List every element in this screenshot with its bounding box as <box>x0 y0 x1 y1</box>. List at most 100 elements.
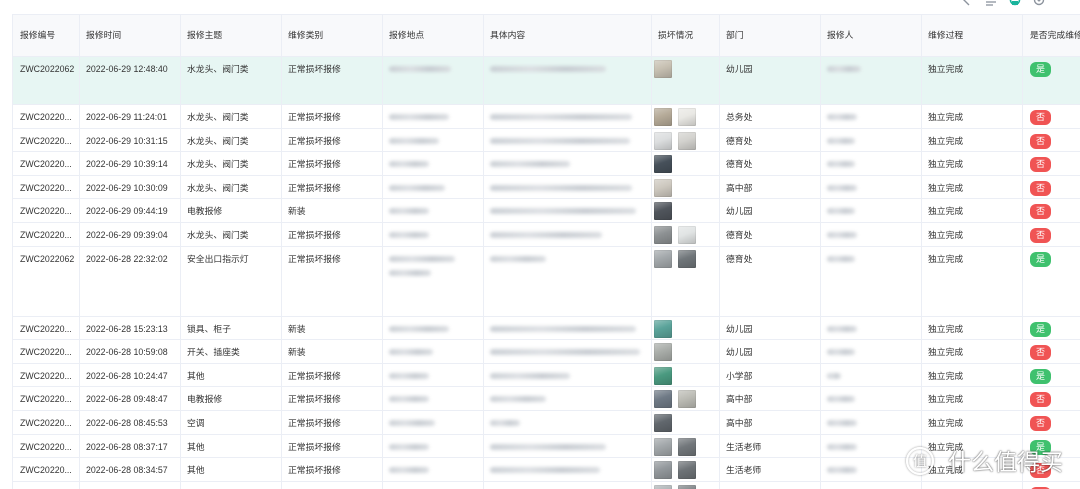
row-photos <box>652 199 720 222</box>
damage-photo[interactable] <box>654 108 672 126</box>
damage-photo[interactable] <box>654 225 672 244</box>
column-header: 部门 <box>720 15 821 56</box>
table-row[interactable]: ZWC2022062 2022-06-28 22:32:02 安全出口指示灯 正常损坏… <box>12 246 1080 317</box>
row-process: 独立完成 <box>922 222 1023 246</box>
row-reporter <box>821 105 922 128</box>
row-content <box>484 340 652 363</box>
row-reporter <box>821 246 922 316</box>
damage-photo[interactable] <box>654 60 672 78</box>
row-content <box>484 222 652 246</box>
row-location <box>383 246 484 316</box>
row-reporter <box>821 199 922 222</box>
table-row[interactable]: ZWC20220... 2022-06-29 09:44:19 电教报修 新装 幼儿园 独… <box>12 199 1080 223</box>
row-dept: 生活老师 <box>720 434 821 458</box>
table-row[interactable]: ZWC20220... 2022-06-28 10:24:47 其他 正常损坏报修 小学… <box>12 363 1080 388</box>
blurred-text <box>389 255 455 262</box>
damage-photo[interactable] <box>654 178 672 197</box>
blurred-text <box>827 208 855 215</box>
refresh-icon[interactable] <box>1009 0 1021 6</box>
table-row[interactable]: ZWC2022062 2022-06-29 12:48:40 水龙头、阀门类 正常损坏… <box>12 57 1080 105</box>
row-subject: 水龙头、阀门类 <box>181 128 282 152</box>
table-row[interactable]: ZWC20220... 2022-06-28 10:59:08 开关、插座类 新装 幼儿… <box>12 340 1080 364</box>
damage-photo[interactable] <box>678 108 696 126</box>
row-time: 2022-06-29 09:39:04 <box>80 222 181 246</box>
damage-photo[interactable] <box>654 319 672 338</box>
damage-photo[interactable] <box>654 461 672 480</box>
table-row[interactable]: ZWC20220... 2022-06-28 15:23:13 锁具、柜子 新装 幼儿园… <box>12 316 1080 341</box>
damage-photo[interactable] <box>654 390 672 409</box>
row-photos <box>652 57 720 104</box>
row-location <box>383 434 484 458</box>
row-photos <box>652 481 720 489</box>
row-category: 正常损坏报修 <box>282 363 383 387</box>
blurred-text <box>827 372 841 379</box>
row-category: 正常损坏报修 <box>282 128 383 152</box>
damage-photo[interactable] <box>654 202 672 221</box>
damage-photo[interactable] <box>654 343 672 362</box>
table-row[interactable]: ZWC20220... 2022-06-29 09:39:04 水龙头、阀门类 正常损… <box>12 222 1080 247</box>
table-row[interactable] <box>12 481 1080 489</box>
table-row[interactable]: ZWC20220... 2022-06-29 10:31:15 水龙头、阀门类 正常损… <box>12 128 1080 153</box>
row-photos <box>652 152 720 175</box>
damage-photo[interactable] <box>678 249 696 268</box>
damage-photo[interactable] <box>678 461 696 480</box>
damage-photo[interactable] <box>678 131 696 150</box>
damage-photo[interactable] <box>654 155 672 174</box>
row-location <box>383 387 484 410</box>
column-header: 报修地点 <box>383 15 484 56</box>
row-content <box>484 199 652 222</box>
row-process: 独立完成 <box>922 363 1023 387</box>
damage-photo[interactable] <box>654 131 672 150</box>
row-process: 独立完成 <box>922 387 1023 410</box>
row-dept: 小学部 <box>720 363 821 387</box>
row-status: 否 <box>1023 129 1080 152</box>
row-dept: 高中部 <box>720 175 821 199</box>
row-content <box>484 152 652 175</box>
damage-photo[interactable] <box>654 484 672 489</box>
table-row[interactable]: ZWC20220... 2022-06-28 09:48:47 电教报修 正常损坏报修… <box>12 387 1080 411</box>
row-status: 否 <box>1023 387 1080 410</box>
table-row[interactable]: ZWC20220... 2022-06-29 11:24:01 水龙头、阀门类 正常损… <box>12 105 1080 129</box>
damage-photo[interactable] <box>654 413 672 432</box>
density-icon[interactable] <box>985 0 997 6</box>
row-dept: 高中部 <box>720 387 821 410</box>
row-dept: 德育处 <box>720 246 821 316</box>
blurred-text <box>490 66 606 72</box>
row-photos <box>652 222 720 246</box>
blurred-text <box>490 467 600 474</box>
blurred-text <box>490 208 636 215</box>
damage-photo[interactable] <box>678 225 696 244</box>
table-row[interactable]: ZWC20220... 2022-06-29 10:39:14 水龙头、阀门类 正常损… <box>12 152 1080 176</box>
row-status: 是 <box>1023 57 1080 104</box>
status-badge: 否 <box>1030 227 1051 243</box>
row-subject: 安全出口指示灯 <box>181 246 282 316</box>
table-cell <box>484 481 652 489</box>
row-content <box>484 387 652 410</box>
damage-photo[interactable] <box>678 390 696 409</box>
row-process: 独立完成 <box>922 175 1023 199</box>
row-process: 独立完成 <box>922 105 1023 128</box>
damage-photo[interactable] <box>678 484 696 489</box>
table-row[interactable]: ZWC20220... 2022-06-28 08:45:53 空调 正常损坏报修 高中… <box>12 410 1080 435</box>
row-process: 独立完成 <box>922 128 1023 152</box>
table-row[interactable]: ZWC20220... 2022-06-29 10:30:09 水龙头、阀门类 正常损… <box>12 175 1080 200</box>
status-badge: 否 <box>1030 345 1051 361</box>
column-header: 损坏情况 <box>652 15 720 56</box>
prev-icon[interactable] <box>961 0 973 6</box>
damage-photo[interactable] <box>654 249 672 268</box>
blurred-text <box>389 372 429 379</box>
blurred-text <box>490 184 632 191</box>
table-toolbar <box>952 0 1052 7</box>
damage-photo[interactable] <box>678 437 696 456</box>
row-content <box>484 434 652 458</box>
row-location <box>383 458 484 481</box>
status-badge: 否 <box>1030 415 1051 431</box>
row-content <box>484 128 652 152</box>
row-process: 独立完成 <box>922 57 1023 104</box>
settings-icon[interactable] <box>1033 0 1045 6</box>
damage-photo[interactable] <box>654 366 672 385</box>
damage-photo[interactable] <box>654 437 672 456</box>
row-id: ZWC20220... <box>12 199 80 222</box>
column-header: 维修类别 <box>282 15 383 56</box>
blurred-text <box>490 231 602 238</box>
